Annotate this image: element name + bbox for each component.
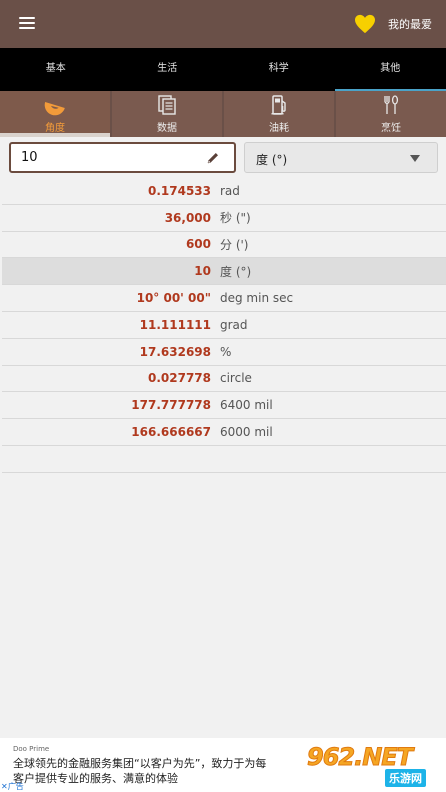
tab-science[interactable]: 科学 [223, 48, 335, 91]
result-row[interactable]: 17.632698 % [2, 339, 446, 366]
results-list: 0.174533 rad 36,000 秒 (") 600 分 (') 10 度… [2, 178, 446, 473]
close-icon: ✕ [1, 782, 8, 791]
heart-icon [355, 14, 375, 34]
result-row[interactable]: 600 分 (') [2, 232, 446, 259]
subtab-angle-label: 角度 [45, 123, 65, 134]
menu-icon[interactable] [19, 17, 35, 29]
subtab-data[interactable]: 数据 [112, 91, 222, 137]
favorites-button[interactable]: 我的最爱 [354, 12, 432, 36]
favorites-label: 我的最爱 [388, 18, 432, 31]
result-value: 36,000 [164, 210, 211, 225]
result-row[interactable]: 177.777778 6400 mil [2, 392, 446, 420]
subtab-fuel[interactable]: 油耗 [224, 91, 334, 137]
result-row[interactable]: 11.111111 grad [2, 312, 446, 339]
value-input[interactable] [9, 142, 236, 173]
result-value: 10 [194, 264, 211, 279]
ad-brand: Doo Prime [13, 745, 50, 753]
result-row[interactable]: 0.174533 rad [2, 178, 446, 205]
result-row[interactable]: 10° 00' 00" deg min sec [2, 285, 446, 312]
watermark-logo: 962.NET 乐游网 [306, 741, 445, 790]
unit-type-tabs: 角度 数据 油耗 烹饪 [0, 91, 446, 137]
unit-select[interactable]: 度 (°) [244, 142, 438, 173]
result-value: 600 [185, 237, 211, 252]
ad-text-line1: 全球领先的金融服务集团“以客户为先”，致力于为每 [13, 757, 267, 770]
fuel-pump-icon [271, 95, 286, 115]
result-value: 0.174533 [147, 183, 211, 198]
pencil-icon[interactable] [206, 151, 220, 165]
result-unit: 秒 (") [220, 211, 251, 226]
app-bar: 我的最爱 [0, 0, 446, 48]
tab-basic[interactable]: 基本 [0, 48, 112, 91]
result-unit: circle [220, 371, 252, 386]
result-unit: % [220, 344, 232, 359]
result-value: 166.666667 [131, 425, 211, 440]
subtab-data-label: 数据 [157, 123, 177, 134]
tab-other[interactable]: 其他 [334, 48, 446, 91]
result-row[interactable]: 36,000 秒 (") [2, 205, 446, 232]
result-value: 10° 00' 00" [136, 291, 211, 306]
unit-select-value: 度 (°) [256, 153, 288, 167]
result-value: 177.777778 [131, 398, 211, 413]
result-unit: rad [220, 183, 240, 198]
result-unit: deg min sec [220, 291, 294, 306]
subtab-cooking-label: 烹饪 [381, 123, 401, 134]
watermark-subtitle: 乐游网 [385, 769, 426, 787]
result-unit: grad [220, 317, 248, 332]
watermark-title: 962.NET [306, 743, 413, 772]
result-value: 17.632698 [139, 344, 211, 359]
category-tabs: 基本 生活 科学 其他 [0, 48, 446, 91]
result-unit: 6400 mil [220, 398, 273, 413]
result-row-empty [2, 446, 446, 473]
subtab-angle[interactable]: 角度 [0, 91, 110, 137]
subtab-fuel-label: 油耗 [269, 123, 289, 134]
result-row-selected[interactable]: 10 度 (°) [2, 258, 446, 286]
result-value: 11.111111 [139, 317, 211, 332]
conversion-input-row: 度 (°) [0, 137, 446, 178]
result-unit: 度 (°) [220, 264, 252, 279]
result-unit: 分 (') [220, 237, 249, 252]
subtab-cooking[interactable]: 烹饪 [336, 91, 446, 137]
tab-life[interactable]: 生活 [112, 48, 224, 91]
protractor-icon [44, 101, 65, 116]
result-value: 0.027778 [147, 371, 211, 386]
ad-text-line2: 客户提供专业的服务、满意的体验 [13, 772, 178, 785]
result-unit: 6000 mil [220, 425, 273, 440]
chevron-down-icon [410, 155, 420, 162]
cutlery-icon [384, 95, 399, 114]
documents-icon [158, 95, 176, 115]
result-row[interactable]: 0.027778 circle [2, 366, 446, 393]
ad-label: 广告 [7, 782, 24, 791]
ad-close-button[interactable]: ✕广告 [1, 781, 24, 792]
result-row[interactable]: 166.666667 6000 mil [2, 419, 446, 446]
